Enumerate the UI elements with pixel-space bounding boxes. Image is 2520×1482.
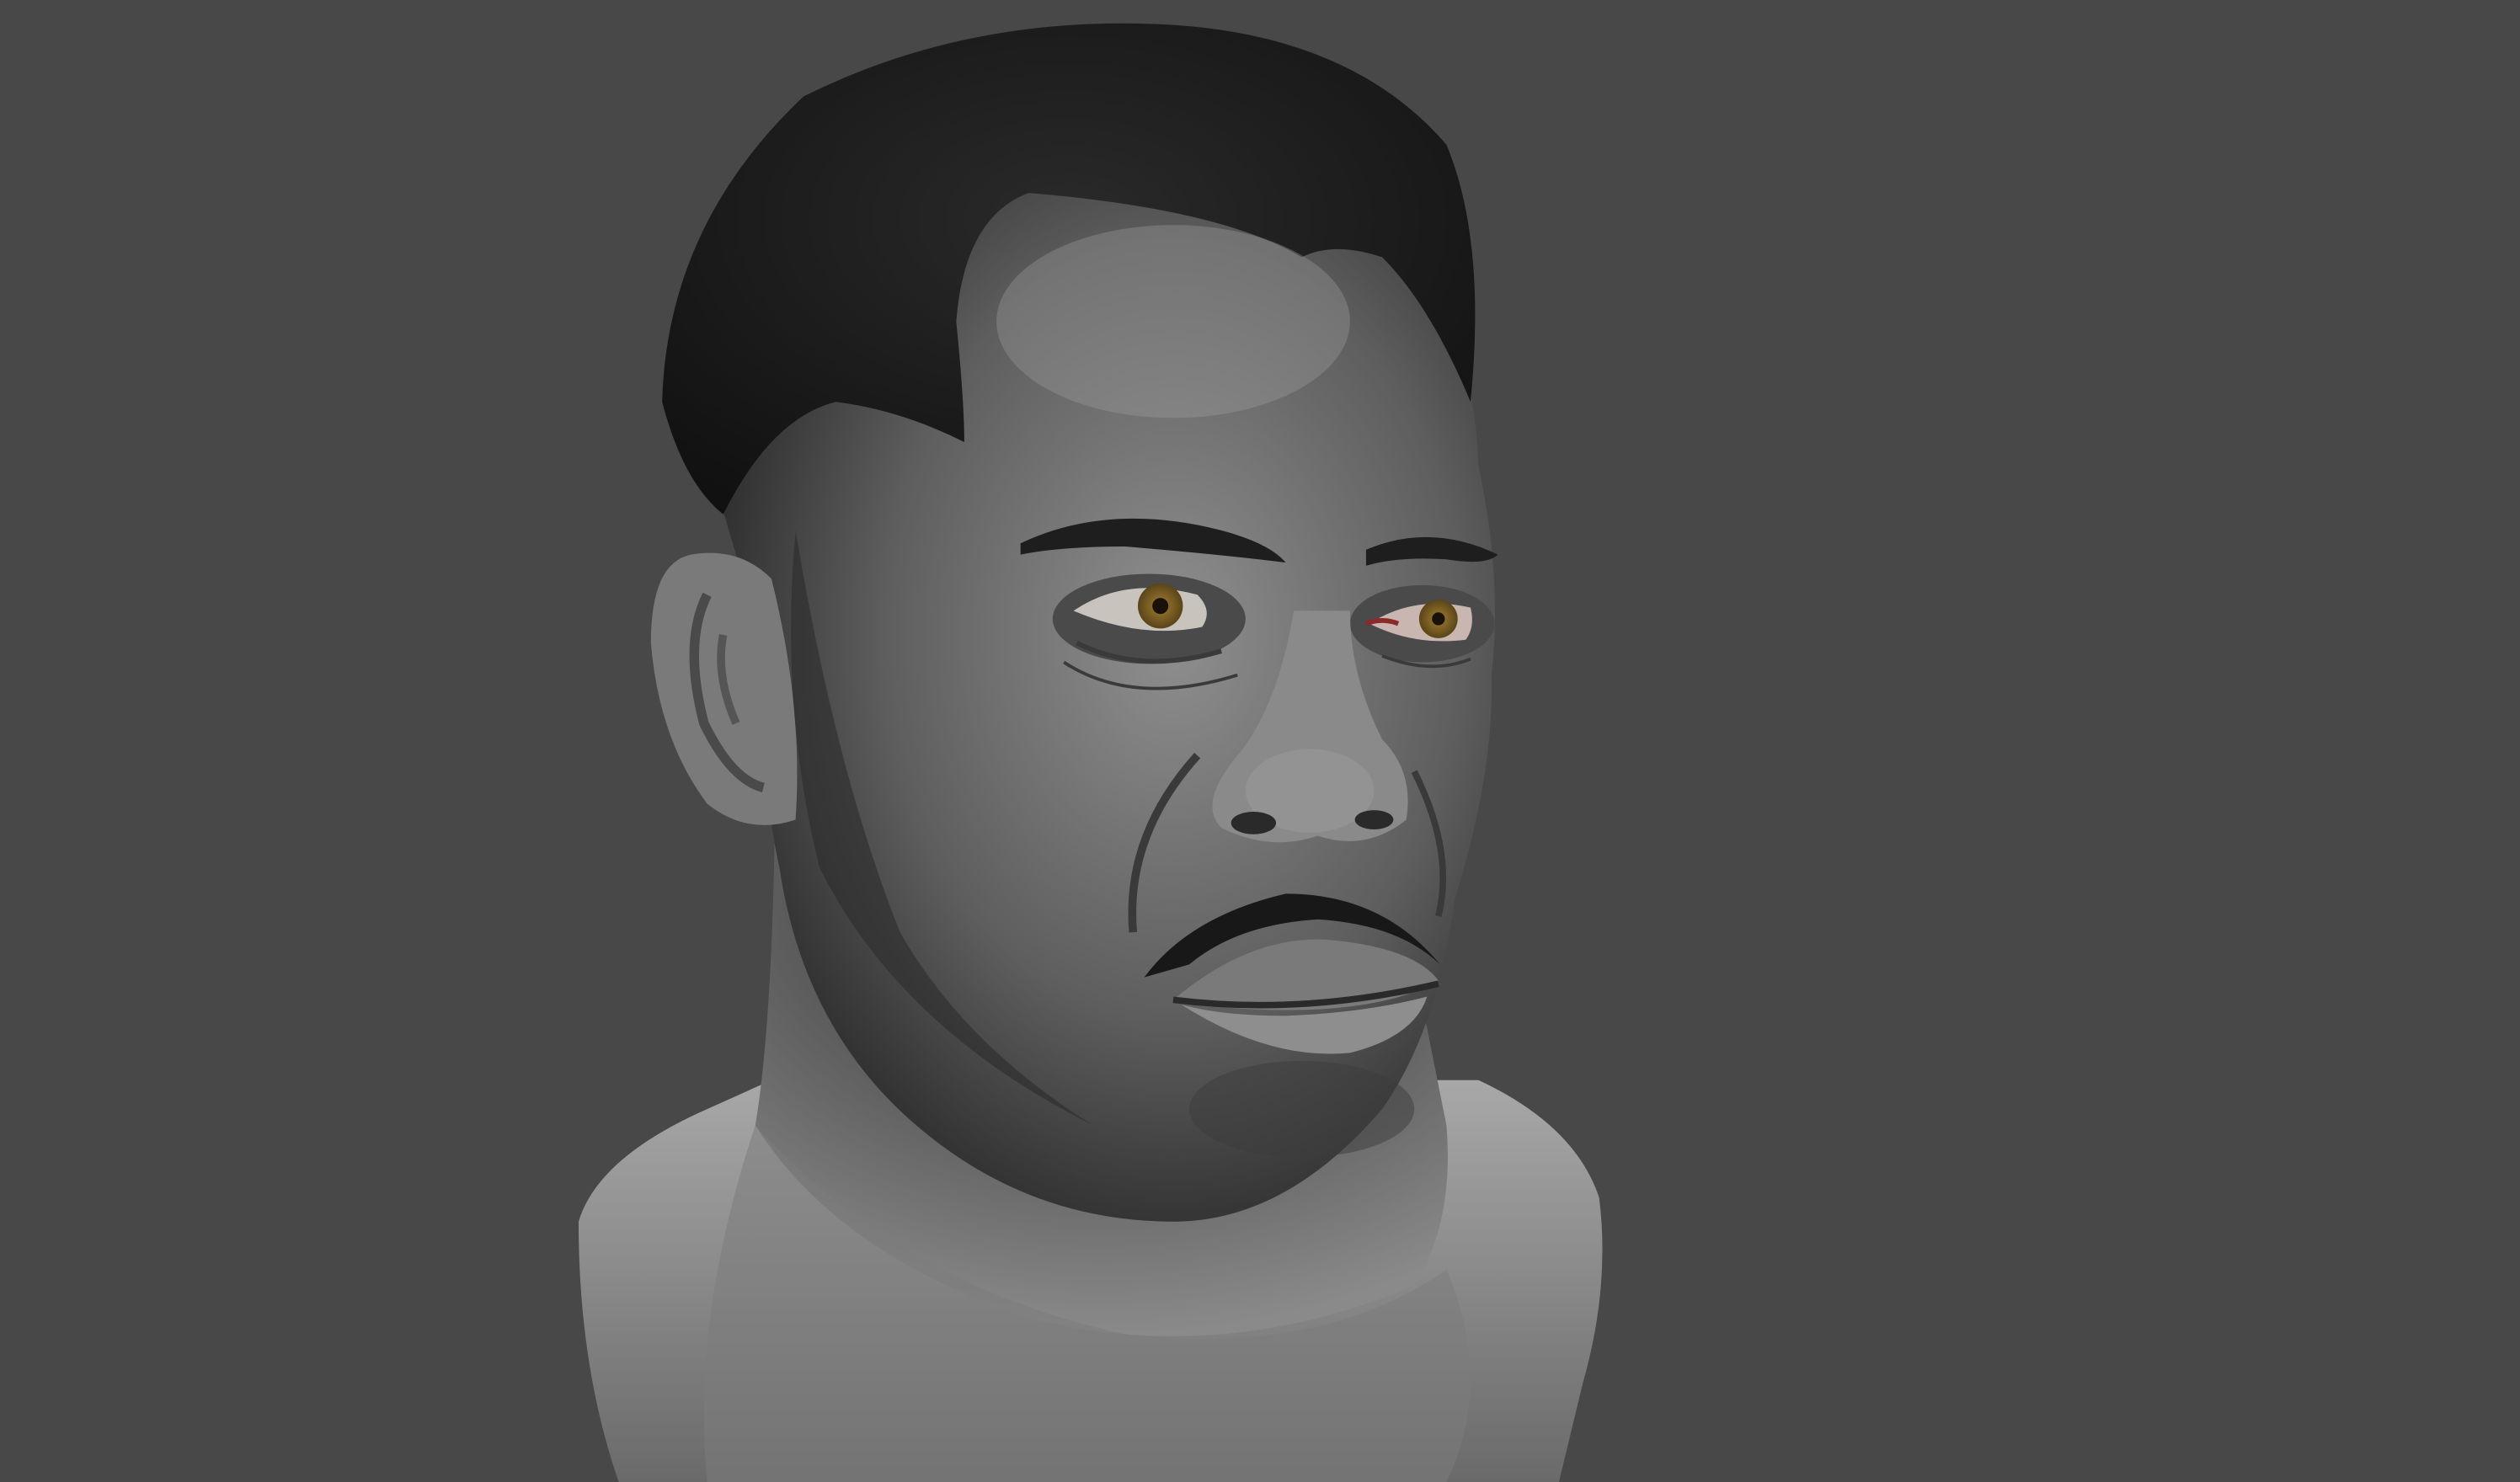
bust-render: [578, 23, 1603, 1482]
sculpt-viewport[interactable]: [0, 0, 2520, 1482]
